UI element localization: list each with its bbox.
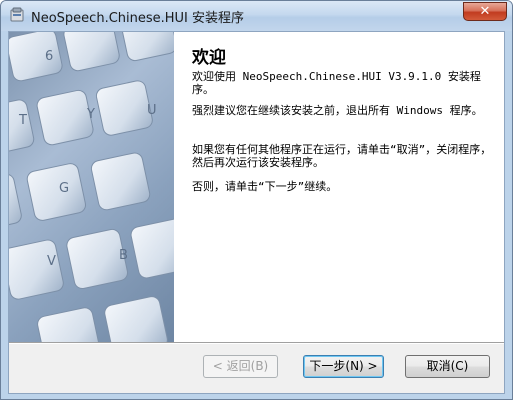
installer-window: NeoSpeech.Chinese.HUI 安装程序 ✕ 6 T Y U G V…: [0, 0, 513, 400]
key-label-6: 6: [45, 49, 53, 64]
key-label-v: V: [47, 254, 56, 269]
next-button[interactable]: 下一步(N) >: [303, 355, 384, 378]
keyboard-keys-illustration: 6 T Y U G V B: [9, 32, 174, 342]
back-button[interactable]: < 返回(B): [203, 355, 278, 378]
title-bar[interactable]: NeoSpeech.Chinese.HUI 安装程序 ✕: [1, 1, 512, 31]
welcome-heading: 欢迎: [192, 48, 226, 68]
window-title: NeoSpeech.Chinese.HUI 安装程序: [31, 11, 245, 26]
key-label-t: T: [18, 113, 27, 128]
close-button[interactable]: ✕: [463, 2, 507, 21]
wizard-client-area: 6 T Y U G V B 欢迎 欢迎使用 NeoSpeech.Chinese.…: [8, 31, 505, 394]
continue-instructions-paragraph: 否则，请单击“下一步”继续。: [192, 180, 338, 193]
wizard-content: 6 T Y U G V B 欢迎 欢迎使用 NeoSpeech.Chinese.…: [9, 32, 504, 342]
key-label-y: Y: [86, 107, 95, 122]
cancel-button[interactable]: 取消(C): [405, 355, 490, 378]
cancel-instructions-paragraph: 如果您有任何其他程序正在运行，请单击“取消”，关闭程序，然后再次运行该安装程序。: [192, 143, 492, 169]
key-label-u: U: [147, 103, 157, 118]
welcome-paragraph: 欢迎使用 NeoSpeech.Chinese.HUI V3.9.1.0 安装程序…: [192, 70, 481, 96]
close-icon: ✕: [479, 4, 491, 19]
button-divider: [9, 342, 504, 344]
installer-app-icon: [10, 7, 24, 22]
key-label-b: B: [119, 248, 128, 263]
keyboard-banner-image: 6 T Y U G V B: [9, 32, 174, 342]
key-label-g: G: [59, 181, 69, 196]
close-programs-paragraph: 强烈建议您在继续该安装之前，退出所有 Windows 程序。: [192, 104, 483, 117]
